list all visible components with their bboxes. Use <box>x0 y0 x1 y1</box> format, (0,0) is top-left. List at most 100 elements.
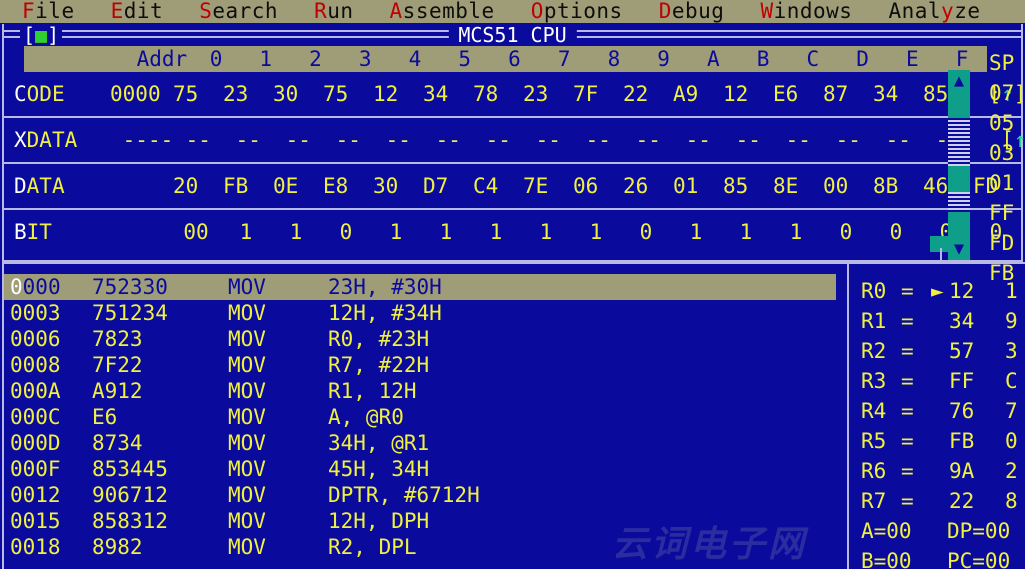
disassembly-row[interactable]: 0003 751234 MOV 12H, #34H <box>4 300 847 326</box>
data-byte-1[interactable]: FB <box>211 174 261 198</box>
code-byte-8[interactable]: 7F <box>561 82 611 106</box>
bit-val-1[interactable]: 1 <box>221 220 271 244</box>
data-byte-8[interactable]: 06 <box>561 174 611 198</box>
reg-value-7[interactable]: 22 <box>949 486 995 516</box>
memory-row-data[interactable]: DATA 20 FB 0E E8 30 D7 C4 7E 06 26 01 85… <box>4 164 1021 208</box>
bit-val-3[interactable]: 0 <box>321 220 371 244</box>
register-row-r5[interactable]: R5 = FB 0 <box>849 426 1025 456</box>
data-byte-A[interactable]: 01 <box>661 174 711 198</box>
menu-item-assemble[interactable]: Assemble <box>390 0 495 23</box>
register-row-r6[interactable]: R6 = 9A 2 <box>849 456 1025 486</box>
code-byte-0[interactable]: 75 <box>161 82 211 106</box>
menu-item-run[interactable]: Run <box>314 0 353 23</box>
memory-vertical-scrollbar[interactable]: ▲ ▼ <box>948 70 970 260</box>
disassembly-row-selected[interactable]: 0000 752330 MOV 23H, #30H <box>4 274 836 300</box>
xdata-byte-2[interactable]: -- <box>273 128 323 152</box>
register-pane[interactable]: R0 = ► 12 1 R1 = 34 9 R2 = 57 3 R3 = FF … <box>847 262 1025 569</box>
bit-val-5[interactable]: 1 <box>421 220 471 244</box>
disassembly-row[interactable]: 000C E6 MOV A, @R0 <box>4 404 847 430</box>
b-register-value[interactable]: B=00 <box>861 546 947 569</box>
bit-val-8[interactable]: 1 <box>571 220 621 244</box>
disassembly-row[interactable]: 0006 7823 MOV R0, #23H <box>4 326 847 352</box>
reg-value-6[interactable]: 9A <box>949 456 995 486</box>
menu-item-debug[interactable]: Debug <box>659 0 725 23</box>
register-row-r1[interactable]: R1 = 34 9 <box>849 306 1025 336</box>
code-byte-3[interactable]: 75 <box>311 82 361 106</box>
code-byte-2[interactable]: 30 <box>261 82 311 106</box>
bit-val-7[interactable]: 1 <box>521 220 571 244</box>
code-byte-E[interactable]: 34 <box>861 82 911 106</box>
xdata-byte-6[interactable]: -- <box>473 128 523 152</box>
data-byte-C[interactable]: 8E <box>761 174 811 198</box>
data-byte-B[interactable]: 85 <box>711 174 761 198</box>
code-byte-6[interactable]: 78 <box>461 82 511 106</box>
scrollbar-thumb-2[interactable] <box>948 166 970 192</box>
xdata-byte-1[interactable]: -- <box>223 128 273 152</box>
disassembly-pane[interactable]: 0000 752330 MOV 23H, #30H 0003 751234 MO… <box>2 262 847 569</box>
bit-val-0[interactable]: 00 <box>171 220 221 244</box>
xdata-byte-8[interactable]: -- <box>573 128 623 152</box>
code-byte-5[interactable]: 34 <box>411 82 461 106</box>
menu-item-analyze[interactable]: Analyze <box>888 0 980 23</box>
code-byte-C[interactable]: E6 <box>761 82 811 106</box>
data-byte-D[interactable]: 00 <box>811 174 861 198</box>
xdata-byte-E[interactable]: -- <box>873 128 923 152</box>
data-byte-0[interactable]: 20 <box>161 174 211 198</box>
disassembly-row[interactable]: 000F 853445 MOV 45H, 34H <box>4 456 847 482</box>
code-byte-D[interactable]: 87 <box>811 82 861 106</box>
bit-val-9[interactable]: 0 <box>621 220 671 244</box>
data-pointer-value[interactable]: DP=00 <box>947 516 1010 546</box>
bit-val-6[interactable]: 1 <box>471 220 521 244</box>
memory-row-bit[interactable]: BIT 00 1 1 0 1 1 1 1 1 0 1 1 1 0 0 0 0 <box>4 210 1021 254</box>
bit-val-2[interactable]: 1 <box>271 220 321 244</box>
disassembly-row[interactable]: 0008 7F22 MOV R7, #22H <box>4 352 847 378</box>
bit-val-D[interactable]: 0 <box>821 220 871 244</box>
data-byte-9[interactable]: 26 <box>611 174 661 198</box>
bit-val-4[interactable]: 1 <box>371 220 421 244</box>
menu-item-options[interactable]: Options <box>531 0 623 23</box>
bit-val-E[interactable]: 0 <box>871 220 921 244</box>
xdata-byte-3[interactable]: -- <box>323 128 373 152</box>
bit-val-B[interactable]: 1 <box>721 220 771 244</box>
xdata-byte-C[interactable]: -- <box>773 128 823 152</box>
data-byte-6[interactable]: C4 <box>461 174 511 198</box>
close-box-icon[interactable]: [■] <box>20 25 63 45</box>
code-byte-9[interactable]: 22 <box>611 82 661 106</box>
reg-value-4[interactable]: 76 <box>949 396 995 426</box>
reg-value-5[interactable]: FB <box>949 426 995 456</box>
reg-value-2[interactable]: 57 <box>949 336 995 366</box>
code-byte-7[interactable]: 23 <box>511 82 561 106</box>
reg-value-3[interactable]: FF <box>949 366 995 396</box>
disassembly-row[interactable]: 0012 906712 MOV DPTR, #6712H <box>4 482 847 508</box>
data-byte-5[interactable]: D7 <box>411 174 461 198</box>
xdata-byte-7[interactable]: -- <box>523 128 573 152</box>
menu-item-search[interactable]: Search <box>199 0 278 23</box>
xdata-byte-5[interactable]: -- <box>423 128 473 152</box>
code-byte-A[interactable]: A9 <box>661 82 711 106</box>
xdata-byte-B[interactable]: -- <box>723 128 773 152</box>
program-counter-value[interactable]: PC=00 <box>947 546 1010 569</box>
register-row-r3[interactable]: R3 = FF C <box>849 366 1025 396</box>
register-row-r4[interactable]: R4 = 76 7 <box>849 396 1025 426</box>
data-byte-2[interactable]: 0E <box>261 174 311 198</box>
xdata-byte-0[interactable]: -- <box>173 128 223 152</box>
bit-val-C[interactable]: 1 <box>771 220 821 244</box>
scroll-up-arrow-icon[interactable]: ▲ <box>948 70 970 92</box>
data-byte-3[interactable]: E8 <box>311 174 361 198</box>
code-byte-B[interactable]: 12 <box>711 82 761 106</box>
disassembly-row[interactable]: 0015 858312 MOV 12H, DPH <box>4 508 847 534</box>
xdata-byte-D[interactable]: -- <box>823 128 873 152</box>
memory-window-titlebar[interactable]: [■] MCS51 CPU <box>4 24 1021 46</box>
bit-val-A[interactable]: 1 <box>671 220 721 244</box>
xdata-byte-9[interactable]: -- <box>623 128 673 152</box>
menu-item-windows[interactable]: Windows <box>760 0 852 23</box>
scrollbar-thumb-3[interactable] <box>948 212 970 238</box>
disassembly-row[interactable]: 000A A912 MOV R1, 12H <box>4 378 847 404</box>
code-byte-1[interactable]: 23 <box>211 82 261 106</box>
menu-item-edit[interactable]: Edit <box>111 0 164 23</box>
register-pair-a-dp[interactable]: A=00 DP=00 <box>849 516 1025 546</box>
code-byte-4[interactable]: 12 <box>361 82 411 106</box>
menu-item-file[interactable]: File <box>22 0 75 23</box>
reg-value-1[interactable]: 34 <box>949 306 995 336</box>
accumulator-value[interactable]: A=00 <box>861 516 947 546</box>
